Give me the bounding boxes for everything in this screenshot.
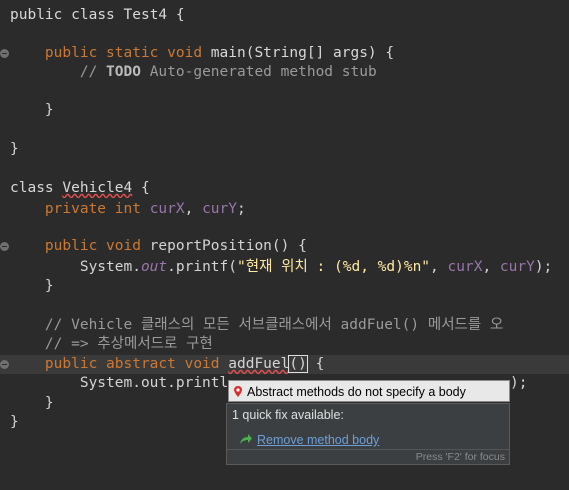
closing-brace: } (44, 395, 54, 411)
code-line: // TODO Auto-generated method stub (0, 63, 569, 82)
keyword: public static void (44, 45, 203, 61)
code-line: } (0, 277, 569, 296)
code-line-current: public abstract void addFuel() { (0, 355, 569, 374)
class-name-error[interactable]: Vehicle4 (62, 180, 132, 196)
code-token: ); (510, 375, 528, 391)
fold-toggle-icon[interactable] (0, 360, 9, 369)
code-line: // Vehicle 클래스의 모든 서브클래스에서 addFuel() 메서드… (0, 316, 569, 335)
separator: , (184, 201, 203, 217)
field-name: curY (202, 201, 237, 217)
code-token: ); (534, 259, 553, 275)
closing-brace: } (44, 278, 54, 294)
closing-brace: } (44, 102, 54, 118)
error-tooltip: Abstract methods do not specify a body (228, 380, 510, 402)
code-token: .printf( (167, 259, 237, 275)
quick-fix-popup[interactable]: 1 quick fix available: Remove method bod… (226, 403, 510, 465)
keyword: class (71, 7, 115, 23)
code-line: // => 추상메서드로 구현 (0, 335, 569, 354)
method-signature: main(String[] args) { (202, 45, 395, 61)
field-name: curX (447, 259, 483, 275)
field-name: curX (149, 201, 185, 217)
error-message: Abstract methods do not specify a body (247, 385, 466, 399)
comment-text: // => 추상메서드로 구현 (44, 336, 213, 352)
error-icon (234, 386, 242, 397)
fold-toggle-icon[interactable] (0, 49, 9, 58)
code-token: System. (79, 259, 141, 275)
closing-brace: } (10, 141, 19, 157)
method-signature: reportPosition() { (140, 238, 307, 254)
keyword: public abstract void (44, 356, 220, 372)
separator: , (482, 259, 500, 275)
static-field: out (140, 259, 168, 275)
remove-method-body-link[interactable]: Remove method body (239, 431, 379, 449)
method-name-error[interactable]: addFuel (228, 356, 289, 372)
brace: { (132, 180, 150, 196)
comment-text: Auto-generated method stub (140, 64, 377, 80)
code-line: public static void main(String[] args) { (0, 44, 569, 63)
quick-fix-footer: Press 'F2' for focus (227, 449, 509, 464)
code-line: class Vehicle4 { (0, 179, 569, 198)
field-name: curY (499, 259, 535, 275)
keyword: class (10, 180, 54, 196)
brace: { (306, 356, 325, 372)
separator: , (430, 259, 448, 275)
code-line: public void reportPosition() { (0, 237, 569, 256)
keyword: private int (44, 201, 141, 217)
code-line: public class Test4 { (0, 6, 569, 25)
closing-brace: } (10, 414, 19, 430)
code-line: } (0, 140, 569, 159)
code-line: } (0, 101, 569, 120)
quick-fix-title: 1 quick fix available: (232, 408, 344, 422)
quick-fix-label: Remove method body (257, 433, 380, 447)
fold-toggle-icon[interactable] (0, 242, 9, 251)
class-name: Test4 { (123, 7, 185, 23)
todo-tag: TODO (106, 64, 141, 80)
keyword: public void (44, 238, 141, 254)
green-arrow-icon (240, 434, 252, 444)
code-line: private int curX, curY; (0, 200, 569, 219)
keyword: public (10, 7, 63, 23)
text-cursor[interactable]: () (288, 355, 308, 373)
comment-prefix: // (79, 64, 107, 80)
code-token: System.out.printl (79, 375, 229, 391)
string-literal: "현재 위치 : (%d, %d)%n" (237, 259, 431, 275)
code-line: System.out.printf("현재 위치 : (%d, %d)%n", … (0, 258, 569, 277)
comment-text: // Vehicle 클래스의 모든 서브클래스에서 addFuel() 메서드… (44, 317, 504, 333)
semicolon: ; (237, 201, 246, 217)
